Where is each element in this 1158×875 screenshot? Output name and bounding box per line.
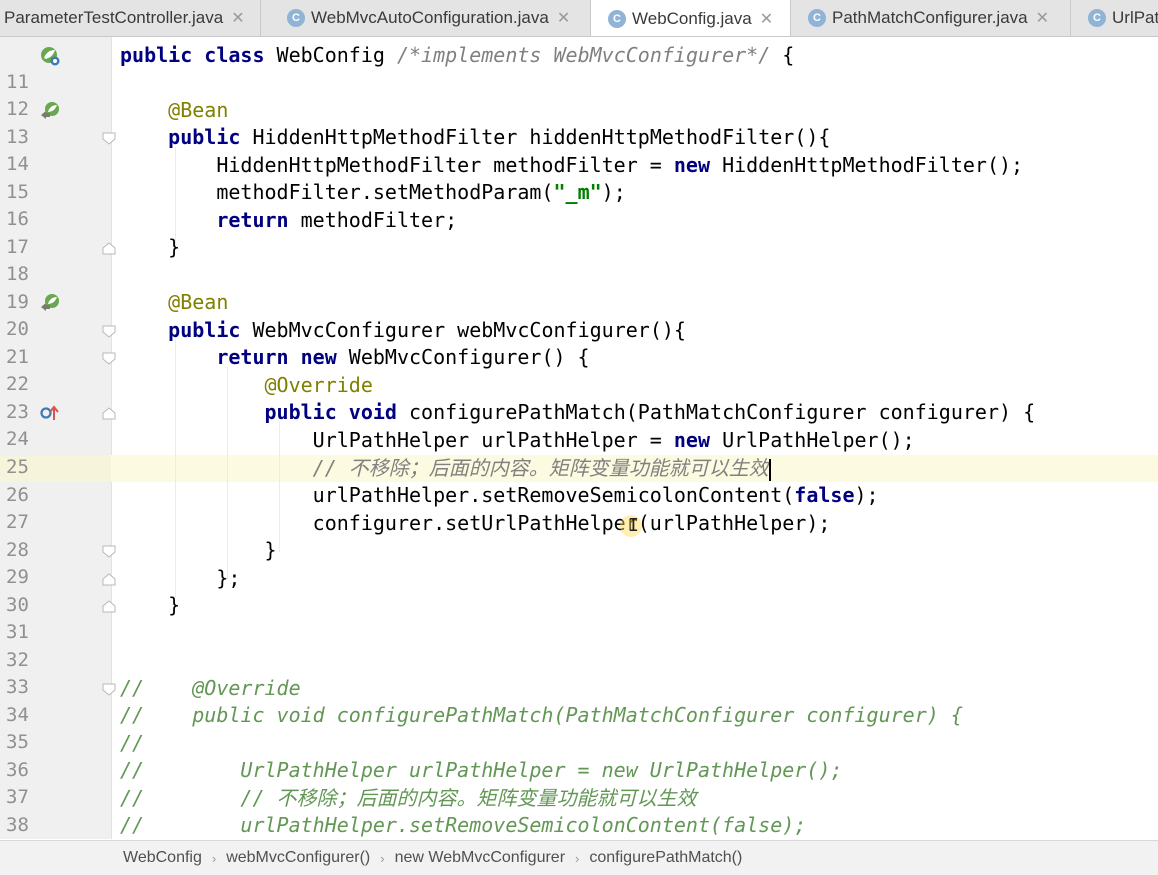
class-c-icon: C bbox=[808, 9, 826, 27]
code-text: UrlPathHelper urlPathHelper = new UrlPat… bbox=[120, 428, 915, 452]
fold-collapse-icon[interactable] bbox=[102, 407, 116, 420]
fold-collapse-icon[interactable] bbox=[102, 132, 116, 145]
code-text: // @Override bbox=[120, 676, 301, 700]
tab-label: ParameterTestController.java bbox=[4, 8, 224, 27]
tab-label: WebMvcAutoConfiguration.java bbox=[311, 8, 549, 27]
editor-tab-bar: ParameterTestController.java ✕ C WebMvcA… bbox=[0, 0, 1158, 37]
tab-webmvcautoconfiguration[interactable]: C WebMvcAutoConfiguration.java ✕ bbox=[273, 0, 591, 36]
code-line[interactable]: 36 // bbox=[0, 730, 1158, 781]
code-text: // public void configurePathMatch(PathMa… bbox=[120, 703, 963, 727]
code-line[interactable]: 25 UrlPathHelper urlPathHelper = new Url… bbox=[0, 427, 1158, 478]
fold-collapse-icon[interactable] bbox=[102, 352, 116, 365]
code-text: @Override bbox=[264, 373, 373, 397]
breadcrumb-item[interactable]: webMvcConfigurer() bbox=[226, 849, 370, 867]
fold-collapse-icon[interactable] bbox=[102, 325, 116, 338]
code-text: // 不移除；后面的内容。矩阵变量功能就可以生效 bbox=[312, 456, 771, 481]
code-line[interactable]: 11 public class WebConfig /*implements W… bbox=[0, 42, 1158, 93]
breadcrumb-item[interactable]: new WebMvcConfigurer bbox=[395, 849, 565, 867]
code-line[interactable]: 15 HiddenHttpMethodFilter methodFilter =… bbox=[0, 152, 1158, 203]
fold-end-icon[interactable] bbox=[102, 573, 116, 586]
code-text: } bbox=[120, 538, 277, 562]
code-text: public HiddenHttpMethodFilter hiddenHttp… bbox=[168, 125, 831, 149]
tab-label: WebConfig.java bbox=[632, 8, 752, 28]
code-line[interactable]: 29 } bbox=[0, 537, 1158, 588]
code-line[interactable]: 24 public void configurePathMatch(PathMa… bbox=[0, 399, 1158, 450]
class-c-icon: C bbox=[608, 9, 626, 28]
close-tab-icon[interactable]: ✕ bbox=[1036, 8, 1049, 28]
ibeam-cursor-icon: I bbox=[628, 515, 639, 536]
text-cursor bbox=[768, 458, 771, 481]
code-line[interactable]: 12 bbox=[0, 69, 1158, 120]
code-line[interactable]: 31 } bbox=[0, 592, 1158, 643]
code-line[interactable]: 38 // // 不移除；后面的内容。矩阵变量功能就可以生效 bbox=[0, 785, 1158, 836]
code-text: } bbox=[120, 593, 181, 617]
breadcrumb: WebConfig › webMvcConfigurer() › new Web… bbox=[0, 840, 1158, 875]
code-text: // // 不移除；后面的内容。矩阵变量功能就可以生效 bbox=[120, 786, 697, 810]
code-text: } bbox=[120, 235, 181, 259]
class-c-icon: C bbox=[287, 9, 305, 27]
implements-method-icon[interactable] bbox=[40, 403, 60, 423]
code-text: public WebMvcConfigurer webMvcConfigurer… bbox=[168, 318, 686, 342]
code-line[interactable]: 33 bbox=[0, 647, 1158, 698]
code-text: @Bean bbox=[168, 98, 229, 122]
code-text: @Bean bbox=[168, 290, 229, 314]
bean-navigate-icon[interactable] bbox=[40, 293, 60, 313]
fold-collapse-icon[interactable] bbox=[102, 683, 116, 696]
chevron-right-icon: › bbox=[211, 850, 217, 866]
code-text: return methodFilter; bbox=[216, 208, 458, 232]
code-text: }; bbox=[120, 566, 241, 590]
tab-label: PathMatchConfigurer.java bbox=[832, 8, 1028, 27]
code-line[interactable]: 20 @Bean bbox=[0, 289, 1158, 340]
bean-navigate-icon[interactable] bbox=[40, 101, 60, 121]
code-line[interactable]: 18 } bbox=[0, 234, 1158, 285]
code-line[interactable]: 39 // urlPathHelper.setRemoveSemicolonCo… bbox=[0, 812, 1158, 839]
code-line[interactable]: 22 return new WebMvcConfigurer() { bbox=[0, 344, 1158, 395]
code-line[interactable]: 23 @Override bbox=[0, 372, 1158, 423]
code-text: public void configurePathMatch(PathMatch… bbox=[264, 400, 1036, 424]
code-line[interactable]: 37 // UrlPathHelper urlPathHelper = new … bbox=[0, 757, 1158, 808]
fold-end-icon[interactable] bbox=[102, 242, 116, 255]
tab-pathmatchconfigurer[interactable]: C PathMatchConfigurer.java ✕ bbox=[791, 0, 1071, 36]
chevron-right-icon: › bbox=[575, 850, 580, 866]
code-text: methodFilter.setMethodParam("_m"); bbox=[120, 180, 626, 204]
code-text: return new WebMvcConfigurer() { bbox=[216, 345, 590, 369]
code-line[interactable]: 13 @Bean bbox=[0, 97, 1158, 148]
code-line[interactable]: 19 bbox=[0, 262, 1158, 313]
code-line[interactable]: 28 configurer.setUrlPathHelper(urlPathHe… bbox=[0, 510, 1158, 561]
chevron-right-icon: › bbox=[380, 850, 385, 866]
fold-end-icon[interactable] bbox=[102, 600, 116, 613]
code-text: configurer.setUrlPathHelper(urlPathHelpe… bbox=[120, 511, 831, 535]
code-text: urlPathHelper.setRemoveSemicolonContent(… bbox=[120, 483, 879, 507]
code-line-current[interactable]: 26 // 不移除；后面的内容。矩阵变量功能就可以生效 bbox=[0, 455, 1158, 506]
tab-webconfig[interactable]: C WebConfig.java ✕ bbox=[591, 0, 791, 36]
close-tab-icon[interactable]: ✕ bbox=[557, 8, 570, 28]
code-line[interactable]: 30 }; bbox=[0, 565, 1158, 616]
fold-end-icon[interactable] bbox=[102, 545, 116, 558]
code-line[interactable]: 35 // public void configurePathMatch(Pat… bbox=[0, 702, 1158, 753]
tab-label: UrlPat bbox=[1112, 8, 1158, 27]
code-line[interactable]: 27 urlPathHelper.setRemoveSemicolonConte… bbox=[0, 482, 1158, 533]
code-text: // urlPathHelper.setRemoveSemicolonConte… bbox=[120, 813, 807, 837]
code-text: HiddenHttpMethodFilter methodFilter = ne… bbox=[120, 153, 1024, 177]
breadcrumb-item[interactable]: configurePathMatch() bbox=[589, 849, 742, 867]
code-line[interactable]: 32 bbox=[0, 620, 1158, 671]
spring-bean-icon[interactable] bbox=[40, 46, 60, 66]
tab-parametertestcontroller[interactable]: ParameterTestController.java ✕ bbox=[0, 0, 261, 36]
code-line[interactable]: 17 return methodFilter; bbox=[0, 207, 1158, 258]
close-tab-icon[interactable]: ✕ bbox=[760, 9, 773, 29]
close-tab-icon[interactable]: ✕ bbox=[231, 8, 244, 28]
code-text: // UrlPathHelper urlPathHelper = new Url… bbox=[120, 758, 843, 782]
code-editor[interactable]: 11 public class WebConfig /*implements W… bbox=[0, 37, 1158, 839]
code-text: public class WebConfig /*implements WebM… bbox=[120, 43, 795, 67]
breadcrumb-item[interactable]: WebConfig bbox=[123, 849, 202, 867]
class-c-icon: C bbox=[1088, 9, 1106, 27]
code-line[interactable]: 14 public HiddenHttpMethodFilter hiddenH… bbox=[0, 124, 1158, 175]
tab-urlpathhelper[interactable]: C UrlPat bbox=[1071, 0, 1158, 36]
code-line[interactable]: 34 // @Override bbox=[0, 675, 1158, 726]
code-line[interactable]: 16 methodFilter.setMethodParam("_m"); bbox=[0, 179, 1158, 230]
code-text: // bbox=[120, 731, 145, 755]
code-line[interactable]: 21 public WebMvcConfigurer webMvcConfigu… bbox=[0, 317, 1158, 368]
